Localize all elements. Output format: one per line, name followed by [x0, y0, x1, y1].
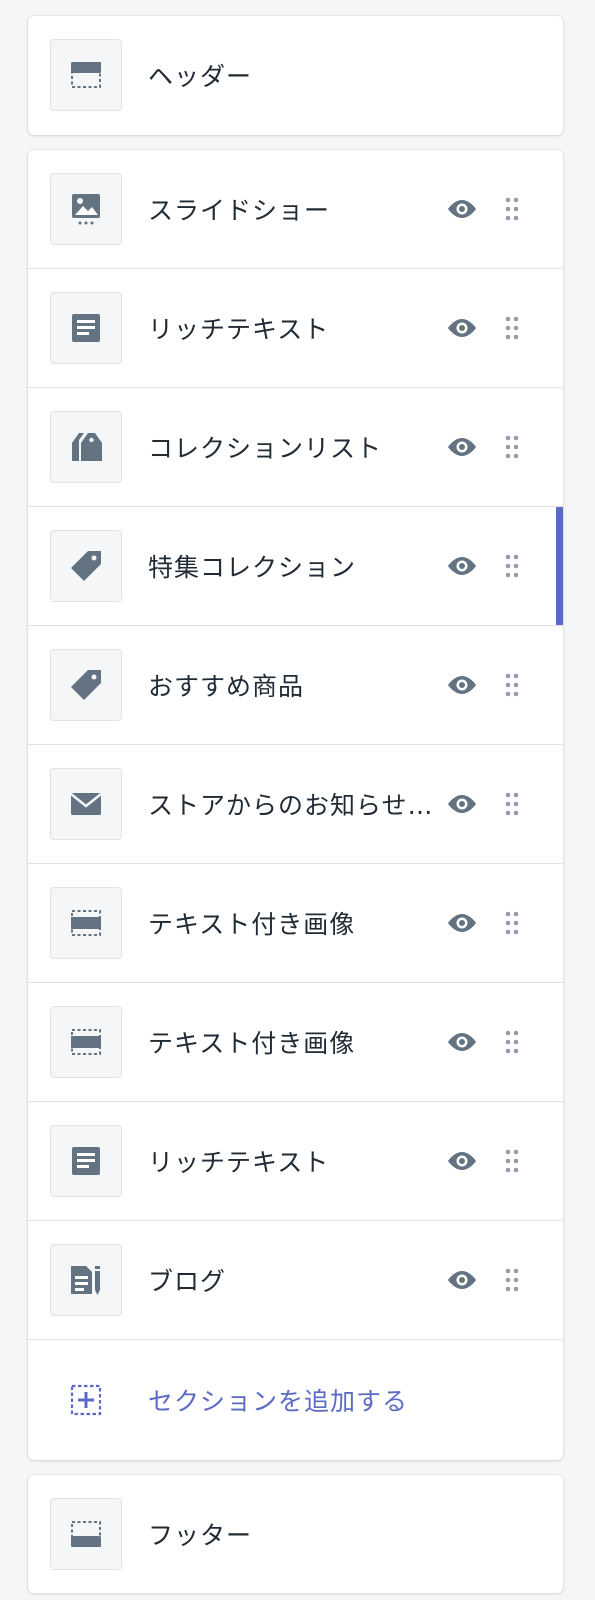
- eye-icon[interactable]: [445, 1025, 479, 1059]
- text-document-icon: [50, 292, 122, 364]
- eye-icon[interactable]: [445, 906, 479, 940]
- section-row-newsletter[interactable]: ストアからのお知らせ…: [28, 745, 563, 864]
- eye-icon[interactable]: [445, 311, 479, 345]
- tag-icon: [50, 649, 122, 721]
- drag-handle-icon[interactable]: [502, 1146, 522, 1176]
- add-section-button[interactable]: セクションを追加する: [28, 1340, 563, 1459]
- drag-handle-icon[interactable]: [502, 313, 522, 343]
- section-label: おすすめ商品: [148, 672, 305, 701]
- drag-handle-icon[interactable]: [502, 432, 522, 462]
- eye-icon[interactable]: [445, 549, 479, 583]
- drag-handle-icon[interactable]: [502, 670, 522, 700]
- image-with-text-icon: [50, 887, 122, 959]
- add-section-label: セクションを追加する: [148, 1386, 409, 1416]
- header-layout-icon: [50, 39, 122, 111]
- footer-card: フッター: [28, 1475, 563, 1593]
- section-label: ヘッダー: [148, 62, 253, 91]
- section-row-blog[interactable]: ブログ: [28, 1221, 563, 1340]
- drag-handle-icon[interactable]: [502, 551, 522, 581]
- blog-icon: [50, 1244, 122, 1316]
- footer-layout-icon: [50, 1498, 122, 1570]
- drag-handle-icon[interactable]: [502, 1265, 522, 1295]
- eye-icon[interactable]: [445, 787, 479, 821]
- section-label: リッチテキスト: [148, 1148, 330, 1177]
- drag-handle-icon[interactable]: [502, 908, 522, 938]
- text-document-icon: [50, 1125, 122, 1197]
- section-row-header[interactable]: ヘッダー: [28, 16, 563, 134]
- drag-handle-icon[interactable]: [502, 1027, 522, 1057]
- section-label: スライドショー: [148, 196, 331, 225]
- eye-icon[interactable]: [445, 430, 479, 464]
- section-label: テキスト付き画像: [148, 910, 356, 939]
- section-label: ブログ: [148, 1267, 227, 1296]
- section-row-footer[interactable]: フッター: [28, 1475, 563, 1593]
- section-label: フッター: [148, 1521, 253, 1550]
- eye-icon[interactable]: [445, 1263, 479, 1297]
- section-row-slideshow[interactable]: スライドショー: [28, 150, 563, 269]
- section-row-featured-collection[interactable]: 特集コレクション: [28, 507, 563, 626]
- tags-icon: [50, 411, 122, 483]
- section-row-image-with-text[interactable]: テキスト付き画像: [28, 983, 563, 1102]
- section-label: 特集コレクション: [148, 553, 357, 582]
- section-row-image-with-text[interactable]: テキスト付き画像: [28, 864, 563, 983]
- image-icon: [50, 173, 122, 245]
- drag-handle-icon[interactable]: [502, 789, 522, 819]
- section-row-rich-text[interactable]: リッチテキスト: [28, 1102, 563, 1221]
- eye-icon[interactable]: [445, 1144, 479, 1178]
- eye-icon[interactable]: [445, 192, 479, 226]
- section-label: テキスト付き画像: [148, 1029, 356, 1058]
- section-row-featured-products[interactable]: おすすめ商品: [28, 626, 563, 745]
- section-row-rich-text[interactable]: リッチテキスト: [28, 269, 563, 388]
- section-label: コレクションリスト: [148, 434, 383, 463]
- header-card: ヘッダー: [28, 16, 563, 135]
- envelope-icon: [50, 768, 122, 840]
- eye-icon[interactable]: [445, 668, 479, 702]
- drag-handle-icon[interactable]: [502, 194, 522, 224]
- image-with-text-icon: [50, 1006, 122, 1078]
- add-section-icon: [50, 1364, 122, 1436]
- section-label: リッチテキスト: [148, 315, 330, 344]
- tag-icon: [50, 530, 122, 602]
- sections-card: スライドショー リッチテキスト コレクションリスト 特集コレクション おすすめ商…: [28, 150, 563, 1460]
- section-row-collection-list[interactable]: コレクションリスト: [28, 388, 563, 507]
- section-label: ストアからのお知らせ…: [148, 791, 434, 820]
